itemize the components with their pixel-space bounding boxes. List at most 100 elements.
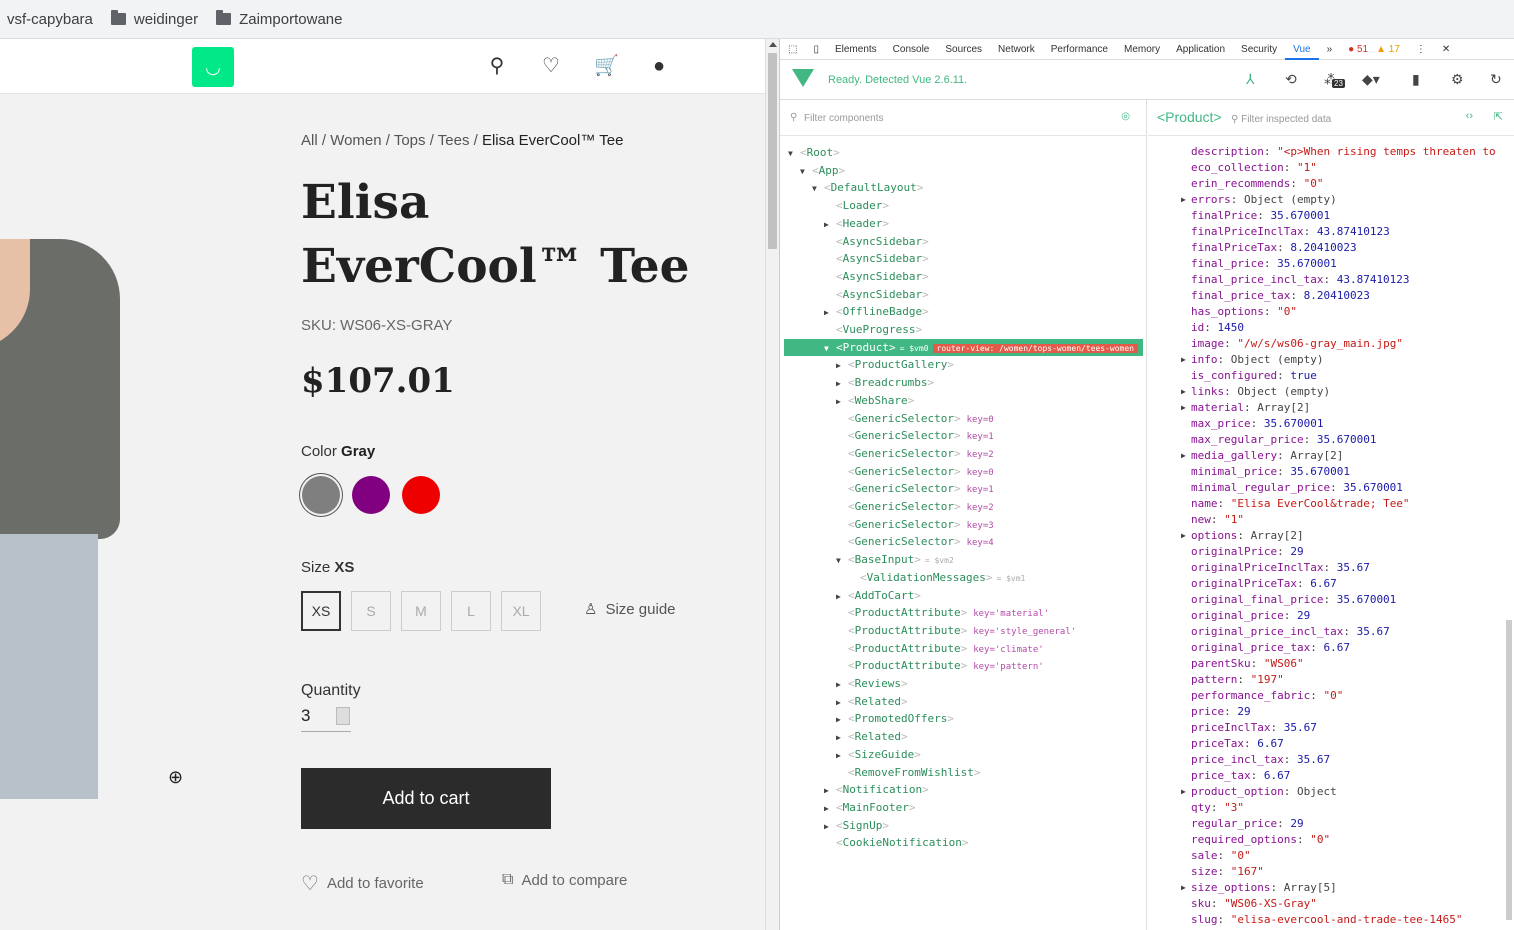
tree-node[interactable]: <ProductAttribute> key='material' xyxy=(836,604,1049,621)
prop-row[interactable]: finalPriceInclTax: 43.87410123 xyxy=(1191,224,1390,240)
expand-arrow-icon[interactable]: ▶ xyxy=(1181,352,1186,368)
refresh-icon[interactable]: ↻ xyxy=(1490,71,1502,88)
tree-node[interactable]: <CookieNotification> xyxy=(824,834,968,851)
tree-node[interactable]: <GenericSelector> key=0 xyxy=(836,463,994,480)
prop-row[interactable]: regular_price: 29 xyxy=(1191,816,1304,832)
tree-node[interactable]: ▼ <Root> xyxy=(788,144,840,161)
tree-node[interactable]: ▶ <Related> xyxy=(836,693,908,710)
prop-row[interactable]: eco_collection: "1" xyxy=(1191,160,1317,176)
prop-row[interactable]: finalPriceTax: 8.20410023 xyxy=(1191,240,1357,256)
expand-arrow-icon[interactable]: ▶ xyxy=(836,711,848,728)
prop-row[interactable]: priceInclTax: 35.67 xyxy=(1191,720,1317,736)
prop-row[interactable]: erin_recommends: "0" xyxy=(1191,176,1323,192)
prop-row[interactable]: originalPrice: 29 xyxy=(1191,544,1304,560)
close-icon[interactable]: ✕ xyxy=(1434,39,1458,60)
devtools-tab[interactable]: Network xyxy=(990,39,1043,60)
filter-components-input[interactable]: ⚲ Filter components ◎ xyxy=(780,100,1146,136)
prop-row[interactable]: description: "<p>When rising temps threa… xyxy=(1191,144,1496,160)
prop-row[interactable]: new: "1" xyxy=(1191,512,1244,528)
prop-row[interactable]: ▶ options: Array[2] xyxy=(1181,528,1304,544)
color-swatch[interactable] xyxy=(352,476,390,514)
tree-node[interactable]: <RemoveFromWishlist> xyxy=(836,764,980,781)
more-tabs-icon[interactable]: » xyxy=(1319,39,1341,60)
expand-arrow-icon[interactable]: ▼ xyxy=(788,145,800,162)
breadcrumb-women[interactable]: Women xyxy=(330,132,381,149)
size-option[interactable]: XL xyxy=(501,591,541,631)
error-count[interactable]: ● 51 xyxy=(1340,39,1376,60)
tree-node[interactable]: <ProductAttribute> key='style_general' xyxy=(836,622,1076,639)
warning-count[interactable]: ▲ 17 xyxy=(1376,39,1408,60)
tree-node[interactable]: <GenericSelector> key=4 xyxy=(836,533,994,550)
expand-arrow-icon[interactable]: ▶ xyxy=(836,393,848,410)
prop-row[interactable]: final_price: 35.670001 xyxy=(1191,256,1337,272)
expand-arrow-icon[interactable]: ▶ xyxy=(836,729,848,746)
tree-node[interactable]: <GenericSelector> key=1 xyxy=(836,480,994,497)
bookmark-zaimportowane[interactable]: Zaimportowane xyxy=(216,10,342,28)
tree-node[interactable]: <Loader> xyxy=(824,197,889,214)
tree-node[interactable]: ▶ <PromotedOffers> xyxy=(836,710,954,727)
prop-row[interactable]: id: 1450 xyxy=(1191,320,1244,336)
expand-arrow-icon[interactable]: ▼ xyxy=(812,180,824,197)
prop-row[interactable]: ▶ material: Array[2] xyxy=(1181,400,1310,416)
expand-arrow-icon[interactable]: ▶ xyxy=(836,588,848,605)
prop-row[interactable]: max_price: 35.670001 xyxy=(1191,416,1323,432)
prop-row[interactable]: price_incl_tax: 35.67 xyxy=(1191,752,1330,768)
size-option[interactable]: L xyxy=(451,591,491,631)
kebab-menu-icon[interactable]: ⋮ xyxy=(1408,39,1434,60)
quantity-stepper[interactable] xyxy=(336,707,350,725)
prop-row[interactable]: qty: "3" xyxy=(1191,800,1244,816)
prop-row[interactable]: image: "/w/s/ws06-gray_main.jpg" xyxy=(1191,336,1403,352)
tree-node[interactable]: ▶ <MainFooter> xyxy=(824,799,915,816)
tree-node[interactable]: ▶ <Breadcrumbs> xyxy=(836,374,934,391)
prop-row[interactable]: sku: "WS06-XS-Gray" xyxy=(1191,896,1317,912)
devtools-tab[interactable]: Performance xyxy=(1043,39,1116,60)
tree-node[interactable]: <GenericSelector> key=1 xyxy=(836,427,994,444)
breadcrumb-all[interactable]: All xyxy=(301,132,318,149)
prop-row[interactable]: originalPriceInclTax: 35.67 xyxy=(1191,560,1370,576)
expand-arrow-icon[interactable]: ▼ xyxy=(824,340,836,357)
tree-node[interactable]: <GenericSelector> key=2 xyxy=(836,445,994,462)
tree-node[interactable]: ▶ <SignUp> xyxy=(824,817,889,834)
tree-node[interactable]: <GenericSelector> key=3 xyxy=(836,516,994,533)
performance-icon[interactable]: ▮ xyxy=(1412,71,1420,88)
prop-row[interactable]: price: 29 xyxy=(1191,704,1251,720)
prop-row[interactable]: original_price: 29 xyxy=(1191,608,1310,624)
size-option[interactable]: M xyxy=(401,591,441,631)
prop-row[interactable]: final_price_incl_tax: 43.87410123 xyxy=(1191,272,1410,288)
bookmark-weidinger[interactable]: weidinger xyxy=(110,10,198,28)
expand-arrow-icon[interactable]: ▶ xyxy=(1181,400,1186,416)
color-swatch[interactable] xyxy=(402,476,440,514)
shop-logo-icon[interactable]: ◡ xyxy=(192,47,234,87)
expand-arrow-icon[interactable]: ▶ xyxy=(824,216,836,233)
tree-node[interactable]: ▶ <Reviews> xyxy=(836,675,908,692)
prop-row[interactable]: ▶ links: Object (empty) xyxy=(1181,384,1330,400)
product-image[interactable] xyxy=(0,239,130,799)
tree-node[interactable]: <AsyncSidebar> xyxy=(824,268,929,285)
scroll-up-icon[interactable] xyxy=(769,42,777,47)
tree-node[interactable]: ▶ <AddToCart> xyxy=(836,587,921,604)
prop-row[interactable]: ▶ product_option: Object xyxy=(1181,784,1337,800)
prop-row[interactable]: slug: "elisa-evercool-and-trade-tee-1465… xyxy=(1191,912,1463,928)
prop-row[interactable]: minimal_regular_price: 35.670001 xyxy=(1191,480,1403,496)
devtools-tab[interactable]: Sources xyxy=(937,39,990,60)
prop-row[interactable]: original_price_tax: 6.67 xyxy=(1191,640,1350,656)
prop-row[interactable]: is_configured: true xyxy=(1191,368,1317,384)
bookmark-vsf-capybara[interactable]: vsf-capybara xyxy=(7,11,93,28)
inspector-scrollbar[interactable] xyxy=(1506,620,1512,920)
devtools-tab[interactable]: Elements xyxy=(827,39,885,60)
open-in-editor-icon[interactable]: ⇱ xyxy=(1494,110,1503,123)
expand-arrow-icon[interactable]: ▶ xyxy=(1181,448,1186,464)
expand-arrow-icon[interactable]: ▶ xyxy=(824,782,836,799)
tree-node[interactable]: ▼ <BaseInput> = $vm2 xyxy=(836,551,954,568)
tree-node[interactable]: <ValidationMessages> = $vm1 xyxy=(848,569,1025,586)
tree-node[interactable]: <GenericSelector> key=2 xyxy=(836,498,994,515)
add-to-cart-button[interactable]: Add to cart xyxy=(301,768,551,829)
prop-row[interactable]: required_options: "0" xyxy=(1191,832,1330,848)
expand-arrow-icon[interactable]: ▶ xyxy=(1181,880,1186,896)
expand-arrow-icon[interactable]: ▼ xyxy=(800,163,812,180)
tree-node[interactable]: <AsyncSidebar> xyxy=(824,250,929,267)
target-icon[interactable]: ◎ xyxy=(1121,111,1130,122)
tree-node[interactable]: <VueProgress> xyxy=(824,321,922,338)
color-swatch[interactable] xyxy=(302,476,340,514)
breadcrumb-tees[interactable]: Tees xyxy=(438,132,470,149)
